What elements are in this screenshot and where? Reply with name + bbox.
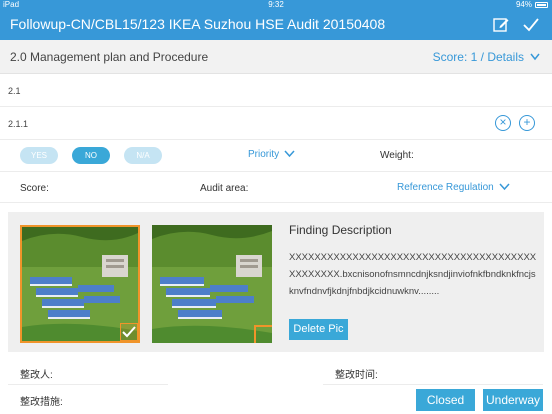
chevron-down-icon[interactable] [530, 53, 540, 61]
add-item-button[interactable]: + [519, 115, 535, 131]
answer-yes-button[interactable]: YES [20, 147, 58, 164]
finding-description-title: Finding Description [289, 223, 392, 237]
page-title: Followup-CN/CBL15/123 IKEA Suzhou HSE Au… [10, 16, 386, 32]
weight-label: Weight: [380, 150, 414, 161]
priority-label: Priority [248, 149, 280, 160]
delete-pic-button[interactable]: Delete Pic [289, 319, 348, 340]
divider [0, 171, 552, 172]
selection-corner [254, 325, 272, 343]
answer-no-button[interactable]: NO [72, 147, 110, 164]
divider [0, 202, 552, 203]
edit-icon[interactable] [492, 16, 510, 34]
closed-button[interactable]: Closed [416, 389, 475, 411]
rectification-time-label: 整改时间: [335, 370, 378, 381]
section-title: 2.0 Management plan and Procedure [10, 50, 209, 64]
item-number-2-1: 2.1 [8, 86, 21, 96]
divider [323, 384, 543, 385]
audit-area-label: Audit area: [200, 183, 249, 194]
answer-na-button[interactable]: N/A [124, 147, 162, 164]
checkmark-icon[interactable] [522, 16, 540, 34]
selected-check-icon [120, 323, 138, 341]
battery-icon [535, 2, 548, 8]
battery-status: 94% [516, 0, 548, 10]
nav-bar: Followup-CN/CBL15/123 IKEA Suzhou HSE Au… [0, 10, 552, 40]
chevron-down-icon [284, 150, 295, 158]
finding-description-text[interactable]: XXXXXXXXXXXXXXXXXXXXXXXXXXXXXXXXXXXXXXXX… [289, 249, 539, 300]
chevron-down-icon [499, 183, 510, 191]
clock: 9:32 [268, 0, 284, 9]
divider [8, 384, 168, 385]
priority-dropdown[interactable]: Priority [248, 149, 295, 160]
divider [0, 139, 552, 140]
score-details-link[interactable]: Score: 1 / Details [433, 50, 524, 64]
score-label: Score: [20, 183, 49, 194]
rectifier-label: 整改人: [20, 370, 53, 381]
item-number-2-1-1: 2.1.1 [8, 119, 29, 129]
rectification-measures-label: 整改措施: [20, 397, 63, 408]
status-bar: iPad 9:32 94% [0, 0, 552, 10]
underway-button[interactable]: Underway [483, 389, 543, 411]
reference-regulation-dropdown[interactable]: Reference Regulation [397, 182, 510, 193]
section-header: 2.0 Management plan and Procedure Score:… [0, 40, 552, 74]
remove-item-button[interactable]: × [495, 115, 511, 131]
battery-percent: 94% [515, 0, 532, 9]
reference-regulation-label: Reference Regulation [397, 182, 494, 193]
divider [0, 106, 552, 107]
photo-thumbnail[interactable] [152, 225, 272, 343]
photo-thumbnail-selected[interactable] [20, 225, 140, 343]
